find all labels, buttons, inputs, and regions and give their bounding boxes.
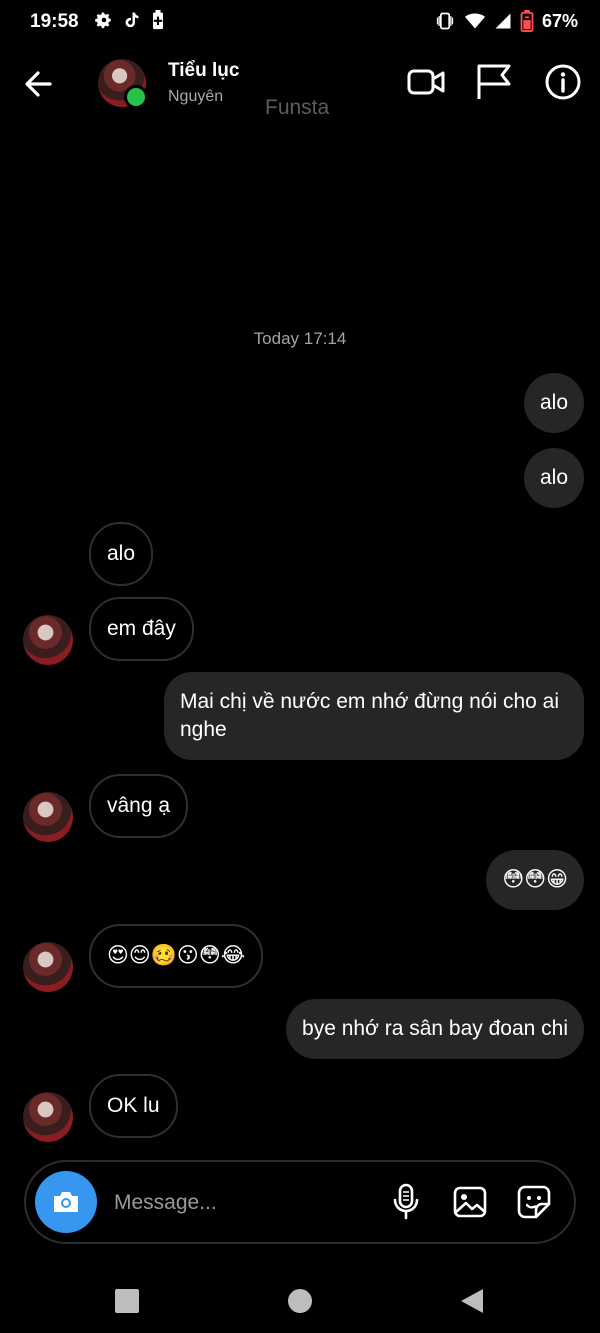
message-bubble-incoming[interactable]: vâng ạ — [89, 774, 189, 838]
message-bubble-outgoing[interactable]: bye nhớ ra sân bay đoan chi — [286, 999, 584, 1059]
sender-avatar[interactable] — [23, 792, 73, 842]
info-icon — [545, 64, 581, 100]
gear-icon — [95, 12, 111, 29]
contact-username: Nguyên — [168, 88, 224, 105]
chat-header: Tiểu lục Nguyên Funsta — [0, 44, 600, 124]
circle-icon — [288, 1289, 312, 1313]
message-bubble-incoming[interactable]: em đây — [89, 597, 194, 661]
image-icon — [453, 1186, 487, 1218]
back-button[interactable] — [20, 64, 60, 104]
status-right-icons: 67% — [434, 10, 578, 32]
message-bubble-outgoing[interactable]: alo — [523, 448, 584, 508]
gallery-button[interactable] — [450, 1182, 490, 1222]
camera-button[interactable] — [35, 1171, 97, 1233]
wifi-icon — [464, 13, 485, 29]
recents-button[interactable] — [110, 1284, 144, 1318]
chat-timestamp: Today 17:14 — [253, 329, 347, 348]
camera-icon — [54, 1192, 78, 1212]
message-input[interactable] — [112, 1184, 366, 1222]
back-nav-button[interactable] — [455, 1284, 489, 1318]
contact-name[interactable]: Tiểu lục — [168, 60, 239, 82]
message-bubble-incoming[interactable]: alo — [89, 522, 154, 586]
sender-avatar[interactable] — [23, 1092, 73, 1142]
contact-avatar[interactable] — [98, 59, 148, 109]
app-label: Funsta — [265, 96, 330, 119]
message-composer — [24, 1160, 576, 1244]
signal-icon — [495, 13, 511, 29]
square-icon — [115, 1289, 139, 1313]
info-button[interactable] — [543, 62, 583, 102]
report-button[interactable] — [474, 62, 514, 102]
message-bubble-outgoing[interactable]: alo — [523, 373, 584, 433]
sticker-button[interactable] — [514, 1182, 554, 1222]
status-left-icons — [95, 10, 165, 30]
triangle-back-icon — [461, 1289, 483, 1313]
online-status-dot — [124, 85, 148, 109]
sender-avatar[interactable] — [23, 942, 73, 992]
message-bubble-outgoing[interactable]: Mai chị về nước em nhớ đừng nói cho ai n… — [164, 672, 584, 760]
battery-saver-icon — [153, 10, 163, 30]
video-call-button[interactable] — [406, 62, 446, 102]
message-bubble-outgoing[interactable]: 😳😳😁 — [486, 850, 584, 910]
sticker-icon — [517, 1185, 551, 1219]
microphone-icon — [393, 1183, 419, 1220]
video-camera-icon — [407, 69, 445, 95]
home-button[interactable] — [283, 1284, 317, 1318]
status-time: 19:58 — [30, 11, 79, 32]
battery-percent: 67% — [541, 10, 578, 31]
battery-icon — [520, 10, 534, 32]
voice-message-button[interactable] — [386, 1182, 426, 1222]
sender-avatar[interactable] — [23, 615, 73, 665]
arrow-left-icon — [25, 71, 52, 97]
vibrate-icon — [436, 12, 454, 30]
tiktok-icon — [125, 12, 139, 28]
message-bubble-incoming[interactable]: OK lu — [89, 1074, 178, 1138]
system-nav-bar — [0, 1270, 600, 1333]
flag-icon — [477, 64, 511, 99]
message-bubble-incoming[interactable]: 😍😊🥴😗😳😂 — [89, 924, 264, 988]
status-bar: 19:58 67% — [0, 0, 600, 44]
